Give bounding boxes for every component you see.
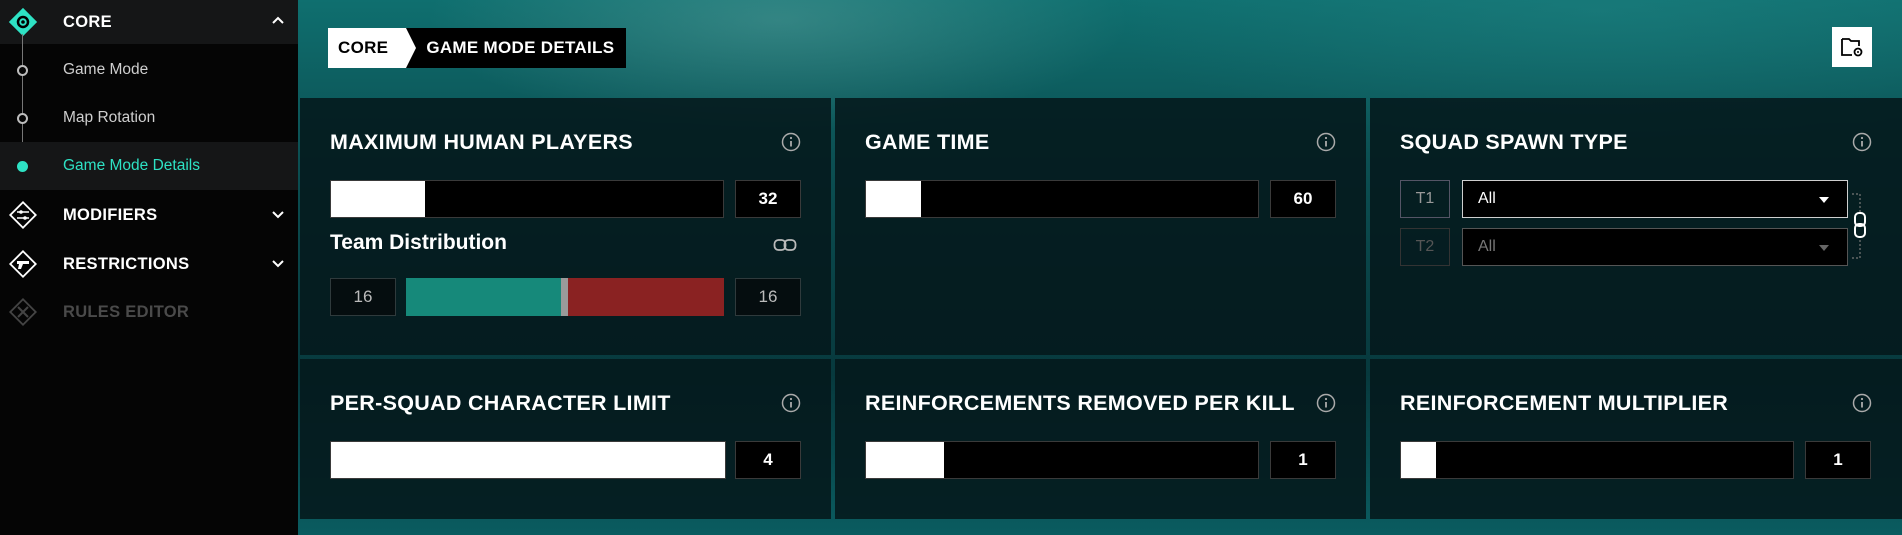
team1-spawn-dropdown[interactable]: All xyxy=(1462,180,1848,218)
team1-fill xyxy=(406,278,561,316)
squad-limit-value[interactable]: 4 xyxy=(735,441,801,479)
folder-gear-icon xyxy=(1841,38,1863,57)
slider-fill xyxy=(866,181,921,217)
panel-title: PER-SQUAD CHARACTER LIMIT xyxy=(330,391,671,415)
panel-title: GAME TIME xyxy=(865,130,990,154)
team-distribution-slider[interactable] xyxy=(406,278,724,316)
panel-max-players: MAXIMUM HUMAN PLAYERS 32 Team Distributi… xyxy=(300,98,831,355)
sidebar-section-core[interactable]: CORE xyxy=(0,0,298,44)
link-icon[interactable] xyxy=(773,237,797,253)
info-icon[interactable] xyxy=(1852,393,1872,413)
panel-title: SQUAD SPAWN TYPE xyxy=(1400,130,1628,154)
reinforcement-multiplier-value[interactable]: 1 xyxy=(1805,441,1871,479)
panel-title: REINFORCEMENTS REMOVED PER KILL xyxy=(865,391,1295,415)
dropdown-value: All xyxy=(1478,190,1496,207)
slider-fill xyxy=(331,181,426,217)
gun-diamond-icon xyxy=(8,249,38,279)
panel-game-time: GAME TIME 60 xyxy=(835,98,1366,355)
team2-spawn-dropdown: All xyxy=(1462,228,1848,266)
panel-reinforcements-removed: REINFORCEMENTS REMOVED PER KILL 1 xyxy=(835,359,1366,519)
sidebar-section-rules-editor: RULES EDITOR xyxy=(0,290,298,334)
tree-node-icon xyxy=(17,113,28,124)
tree-node-icon xyxy=(17,65,28,76)
caret-down-icon xyxy=(1819,245,1829,251)
max-players-value[interactable]: 32 xyxy=(735,180,801,218)
chevron-down-icon[interactable] xyxy=(270,255,286,271)
reinforcements-removed-slider[interactable] xyxy=(865,441,1259,479)
sidebar-item-label: Game Mode Details xyxy=(63,157,200,174)
slider-fill xyxy=(331,442,725,478)
max-players-slider[interactable] xyxy=(330,180,724,218)
team-distribution-title: Team Distribution xyxy=(330,231,507,254)
sidebar-item-label: Map Rotation xyxy=(63,109,156,126)
tree-node-active-icon xyxy=(17,161,28,172)
game-time-value[interactable]: 60 xyxy=(1270,180,1336,218)
rules-diamond-icon xyxy=(8,297,38,327)
chevron-down-icon[interactable] xyxy=(270,206,286,222)
info-icon[interactable] xyxy=(781,132,801,152)
breadcrumb: CORE GAME MODE DETAILS xyxy=(328,28,627,68)
link-chain-icon[interactable] xyxy=(1850,190,1872,262)
panel-squad-spawn: SQUAD SPAWN TYPE T1 All T2 All xyxy=(1370,98,1902,355)
info-icon[interactable] xyxy=(1316,132,1336,152)
sidebar-item-map-rotation[interactable]: Map Rotation xyxy=(0,94,298,142)
sidebar-section-core-label: CORE xyxy=(63,12,112,31)
sidebar: CORE Game Mode Map Rotation Game Mode De… xyxy=(0,0,298,535)
info-icon[interactable] xyxy=(1852,132,1872,152)
sidebar-section-modifiers-label: MODIFIERS xyxy=(63,205,158,224)
team1-count[interactable]: 16 xyxy=(330,278,396,316)
panel-squad-limit: PER-SQUAD CHARACTER LIMIT 4 xyxy=(300,359,831,519)
team2-count[interactable]: 16 xyxy=(735,278,801,316)
sidebar-item-label: Game Mode xyxy=(63,61,149,78)
panel-title: REINFORCEMENT MULTIPLIER xyxy=(1400,391,1729,415)
reinforcement-multiplier-slider[interactable] xyxy=(1400,441,1794,479)
info-icon[interactable] xyxy=(781,393,801,413)
squad-limit-slider[interactable] xyxy=(330,441,726,479)
breadcrumb-root[interactable]: CORE xyxy=(328,28,417,68)
sidebar-item-game-mode-details[interactable]: Game Mode Details xyxy=(0,142,298,190)
sidebar-section-restrictions-label: RESTRICTIONS xyxy=(63,254,190,273)
slider-handle[interactable] xyxy=(561,278,568,316)
sliders-diamond-icon xyxy=(8,200,38,230)
main-content: CORE GAME MODE DETAILS MAXIMUM HUMAN PLA… xyxy=(298,0,1902,535)
dropdown-value: All xyxy=(1478,238,1496,255)
team2-tag: T2 xyxy=(1400,228,1450,266)
panel-reinforcement-multiplier: REINFORCEMENT MULTIPLIER 1 xyxy=(1370,359,1902,519)
sidebar-section-rules-editor-label: RULES EDITOR xyxy=(63,302,190,321)
breadcrumb-current: GAME MODE DETAILS xyxy=(406,28,627,68)
slider-fill xyxy=(1401,442,1437,478)
caret-down-icon xyxy=(1819,197,1829,203)
panel-title: MAXIMUM HUMAN PLAYERS xyxy=(330,130,633,154)
team1-tag: T1 xyxy=(1400,180,1450,218)
game-time-slider[interactable] xyxy=(865,180,1259,218)
folder-settings-button[interactable] xyxy=(1832,27,1872,67)
sidebar-section-modifiers[interactable]: MODIFIERS xyxy=(0,193,298,237)
sidebar-item-game-mode[interactable]: Game Mode xyxy=(0,46,298,94)
slider-fill xyxy=(866,442,945,478)
gear-diamond-icon xyxy=(8,7,38,37)
info-icon[interactable] xyxy=(1316,393,1336,413)
sidebar-section-restrictions[interactable]: RESTRICTIONS xyxy=(0,242,298,286)
reinforcements-removed-value[interactable]: 1 xyxy=(1270,441,1336,479)
chevron-up-icon[interactable] xyxy=(270,13,286,29)
